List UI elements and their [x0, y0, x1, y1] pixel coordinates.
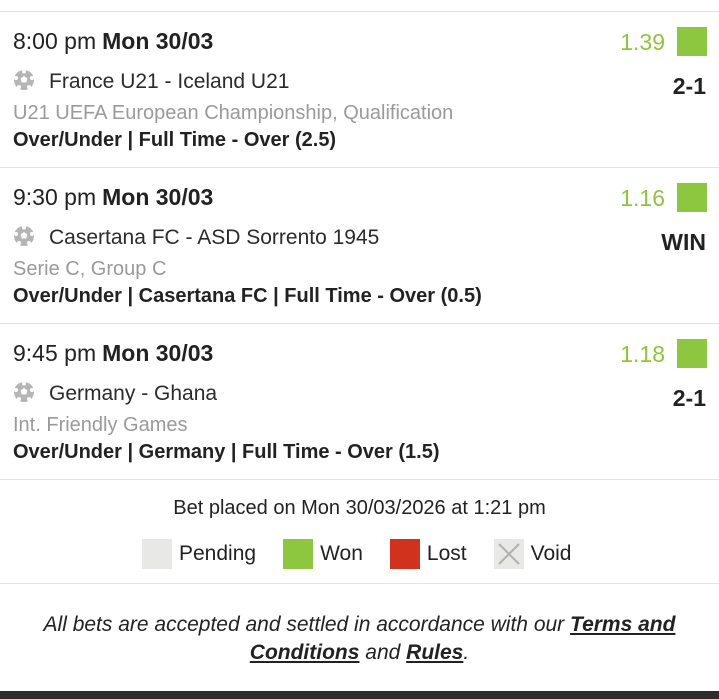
legend-void: Void — [493, 539, 572, 569]
void-swatch-icon — [493, 539, 524, 569]
legend-label: Lost — [426, 542, 467, 565]
market: Over/Under | Germany | Full Time - Over … — [13, 441, 440, 463]
market: Over/Under | Casertana FC | Full Time - … — [13, 285, 482, 307]
status-legend: Pending Won Lost Void — [142, 539, 571, 569]
match-teams: Casertana FC - ASD Sorrento 1945 — [49, 226, 380, 249]
match: Casertana FC - ASD Sorrento 1945 — [13, 225, 379, 250]
match: France U21 - Iceland U21 — [13, 69, 289, 94]
match: Germany - Ghana — [13, 381, 217, 406]
won-status-indicator — [677, 27, 707, 56]
bet-row[interactable]: 9:45 pm Mon 30/03 1.18 Germany - Ghana 2-… — [0, 324, 719, 480]
terms-and-word: and — [365, 641, 401, 664]
won-status-indicator — [677, 183, 707, 212]
rules-link[interactable]: Rules — [406, 641, 463, 664]
football-icon — [14, 381, 34, 402]
competition: Serie C, Group C — [13, 258, 167, 280]
kickoff-time: 9:45 pm Mon 30/03 — [13, 340, 214, 366]
odds: 1.39 — [620, 29, 665, 55]
result: WIN — [661, 229, 706, 255]
divider — [0, 583, 719, 584]
bet-placed-info: Bet placed on Mon 30/03/2026 at 1:21 pm — [173, 497, 546, 519]
legend-label: Won — [320, 542, 363, 565]
odds: 1.16 — [620, 185, 665, 211]
competition: Int. Friendly Games — [13, 414, 188, 436]
terms-notice: All bets are accepted and settled in acc… — [20, 611, 699, 667]
market: Over/Under | Full Time - Over (2.5) — [13, 129, 337, 151]
pending-swatch — [142, 539, 172, 569]
football-icon — [14, 69, 34, 90]
result: 2-1 — [672, 385, 706, 411]
competition: U21 UEFA European Championship, Qualific… — [13, 102, 454, 124]
football-icon — [14, 225, 34, 246]
match-teams: France U21 - Iceland U21 — [49, 70, 290, 93]
bet-row[interactable]: 9:30 pm Mon 30/03 1.16 Casertana FC - ASD… — [0, 168, 719, 324]
bet-row[interactable]: 8:00 pm Mon 30/03 1.39 France U21 - Icela… — [0, 12, 719, 168]
lost-swatch — [389, 539, 420, 569]
won-status-indicator — [677, 339, 707, 368]
won-swatch — [283, 539, 314, 569]
kickoff-time: 9:30 pm Mon 30/03 — [13, 184, 214, 210]
legend-label: Pending — [179, 542, 257, 565]
terms-period: . — [463, 641, 470, 664]
match-teams: Germany - Ghana — [49, 382, 218, 405]
bottom-bar — [0, 691, 719, 699]
legend-won: Won — [283, 539, 363, 569]
legend-pending: Pending — [142, 539, 256, 569]
legend-lost: Lost — [389, 539, 467, 569]
legend-label: Void — [530, 542, 572, 565]
terms-text: All bets are accepted and settled in acc… — [43, 613, 565, 636]
kickoff-time: 8:00 pm Mon 30/03 — [13, 28, 214, 54]
odds: 1.18 — [620, 341, 665, 367]
result: 2-1 — [672, 73, 706, 99]
